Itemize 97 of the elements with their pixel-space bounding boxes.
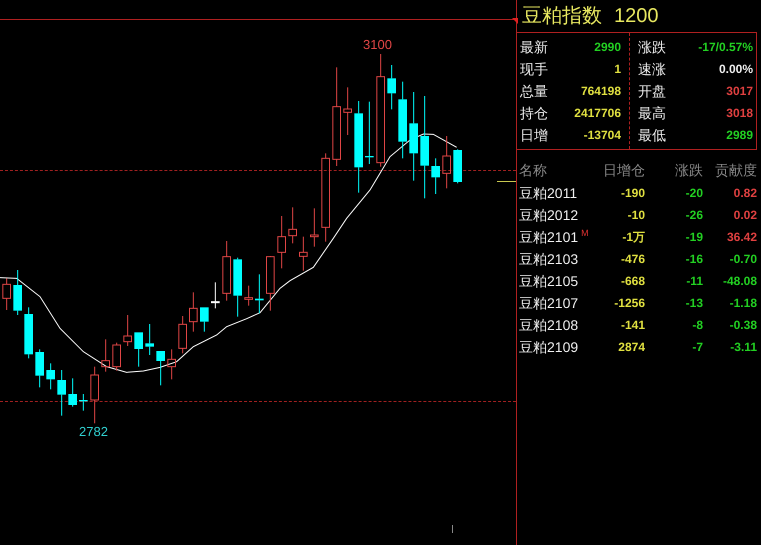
instrument-code: 1200 [614,4,658,29]
contract-name: 豆粕2103 [519,250,578,268]
contract-name: 豆粕2108 [519,316,578,334]
quote-label: 最高 [638,104,666,122]
oi-change-cell-text: -190 [620,185,645,202]
contract-name: 豆粕2012 [519,206,578,224]
contract-name: 豆粕2107 [519,294,578,312]
quote-label: 开盘 [638,82,666,100]
column-header: 涨跌 [674,160,703,180]
contribution-cell-text: 0.02 [732,207,757,224]
candlestick [68,378,77,408]
candlestick [365,101,374,164]
contribution-cell-text: 36.42 [726,229,757,246]
contribution-cell-text: -48.08 [722,273,757,290]
candlestick [46,362,55,390]
contract-name: 豆粕2105 [519,272,578,290]
oi-change-cell-text: 2874 [617,339,645,356]
candlestick [288,206,297,244]
quote-value: 3018 [726,105,753,122]
quote-label: 涨跌 [638,38,666,56]
quote-label: 速涨 [638,60,666,78]
price-marker [497,181,516,182]
candlestick [200,306,209,332]
oi-change-cell-text: -141 [620,317,645,334]
quote-value: 2990 [594,39,621,56]
candlestick [244,285,253,306]
change-cell-text: -20 [684,185,703,202]
quote-value: 2989 [726,127,753,144]
quote-value: 2417706 [574,105,621,122]
candlestick [2,278,11,310]
candlestick [222,240,231,302]
contract-name: 豆粕2101 [519,228,578,246]
candlestick [431,158,440,194]
instrument-title: 豆粕指数 [522,4,602,29]
candlestick [134,332,143,368]
candlestick [343,86,352,136]
low-price-label: 2782 [79,425,108,438]
quote-label: 日增 [520,126,548,144]
quote-label: 现手 [520,60,548,78]
contribution-cell-text: -0.70 [728,251,757,268]
candlestick [101,338,110,372]
main-contract-mark: M [581,226,589,240]
column-header: 贡献度 [714,160,757,180]
candlestick [310,208,319,248]
oi-change-cell-text: -476 [620,251,645,268]
oi-change-cell-text: -10 [626,207,645,224]
contract-name: 豆粕2109 [519,338,578,356]
candlestick [35,348,44,388]
candlestick [145,324,154,356]
candlestick [299,236,308,272]
quote-value: -13704 [584,127,621,144]
candlestick [211,282,220,309]
high-price-label: 3100 [363,38,392,51]
quote-value: 764198 [580,83,621,100]
oi-change-cell-text: -668 [620,273,645,290]
candlestick [255,274,264,314]
quote-label: 总量 [520,82,548,100]
candlestick [123,314,132,346]
candlestick [277,216,286,269]
candlestick [156,350,165,386]
candlestick [13,270,22,316]
oi-change-cell-text: -1256 [613,295,645,312]
candlestick [387,64,396,110]
contribution-cell-text: -0.38 [728,317,757,334]
change-cell-text: -11 [685,273,703,290]
candlestick [90,366,99,424]
change-cell-text: -8 [691,317,703,334]
contribution-cell-text: -1.18 [728,295,757,312]
change-cell-text: -7 [691,339,703,356]
contribution-cell-text: -3.11 [729,339,757,356]
candlestick [57,370,66,416]
candlestick [442,136,451,189]
quote-value: -17/0.57% [698,39,753,56]
quote-label: 最低 [638,126,666,144]
candlestick [178,316,187,354]
quote-value: 1 [614,61,621,78]
contribution-cell-text: 0.82 [732,185,757,202]
candlestick [79,394,88,412]
quote-value: 0.00% [718,61,753,78]
change-cell-text: -19 [684,229,703,246]
quote-label: 最新 [520,38,548,56]
change-cell-text: -16 [684,251,703,268]
candlestick [167,348,176,380]
column-header: 日增仓 [602,160,645,180]
candlestick [189,292,198,332]
candlestick [453,148,462,184]
quote-label: 持仓 [520,104,548,122]
candlestick [233,257,242,318]
candlestick [112,342,121,372]
change-cell-text: -13 [684,295,703,312]
quote-value: 3017 [726,83,753,100]
change-cell-text: -26 [684,207,703,224]
oi-change-cell-text: -1万 [621,229,645,246]
column-header: 名称 [519,160,548,180]
candlestick [24,306,33,359]
contract-name: 豆粕2011 [519,184,578,202]
candlestick [266,256,275,312]
